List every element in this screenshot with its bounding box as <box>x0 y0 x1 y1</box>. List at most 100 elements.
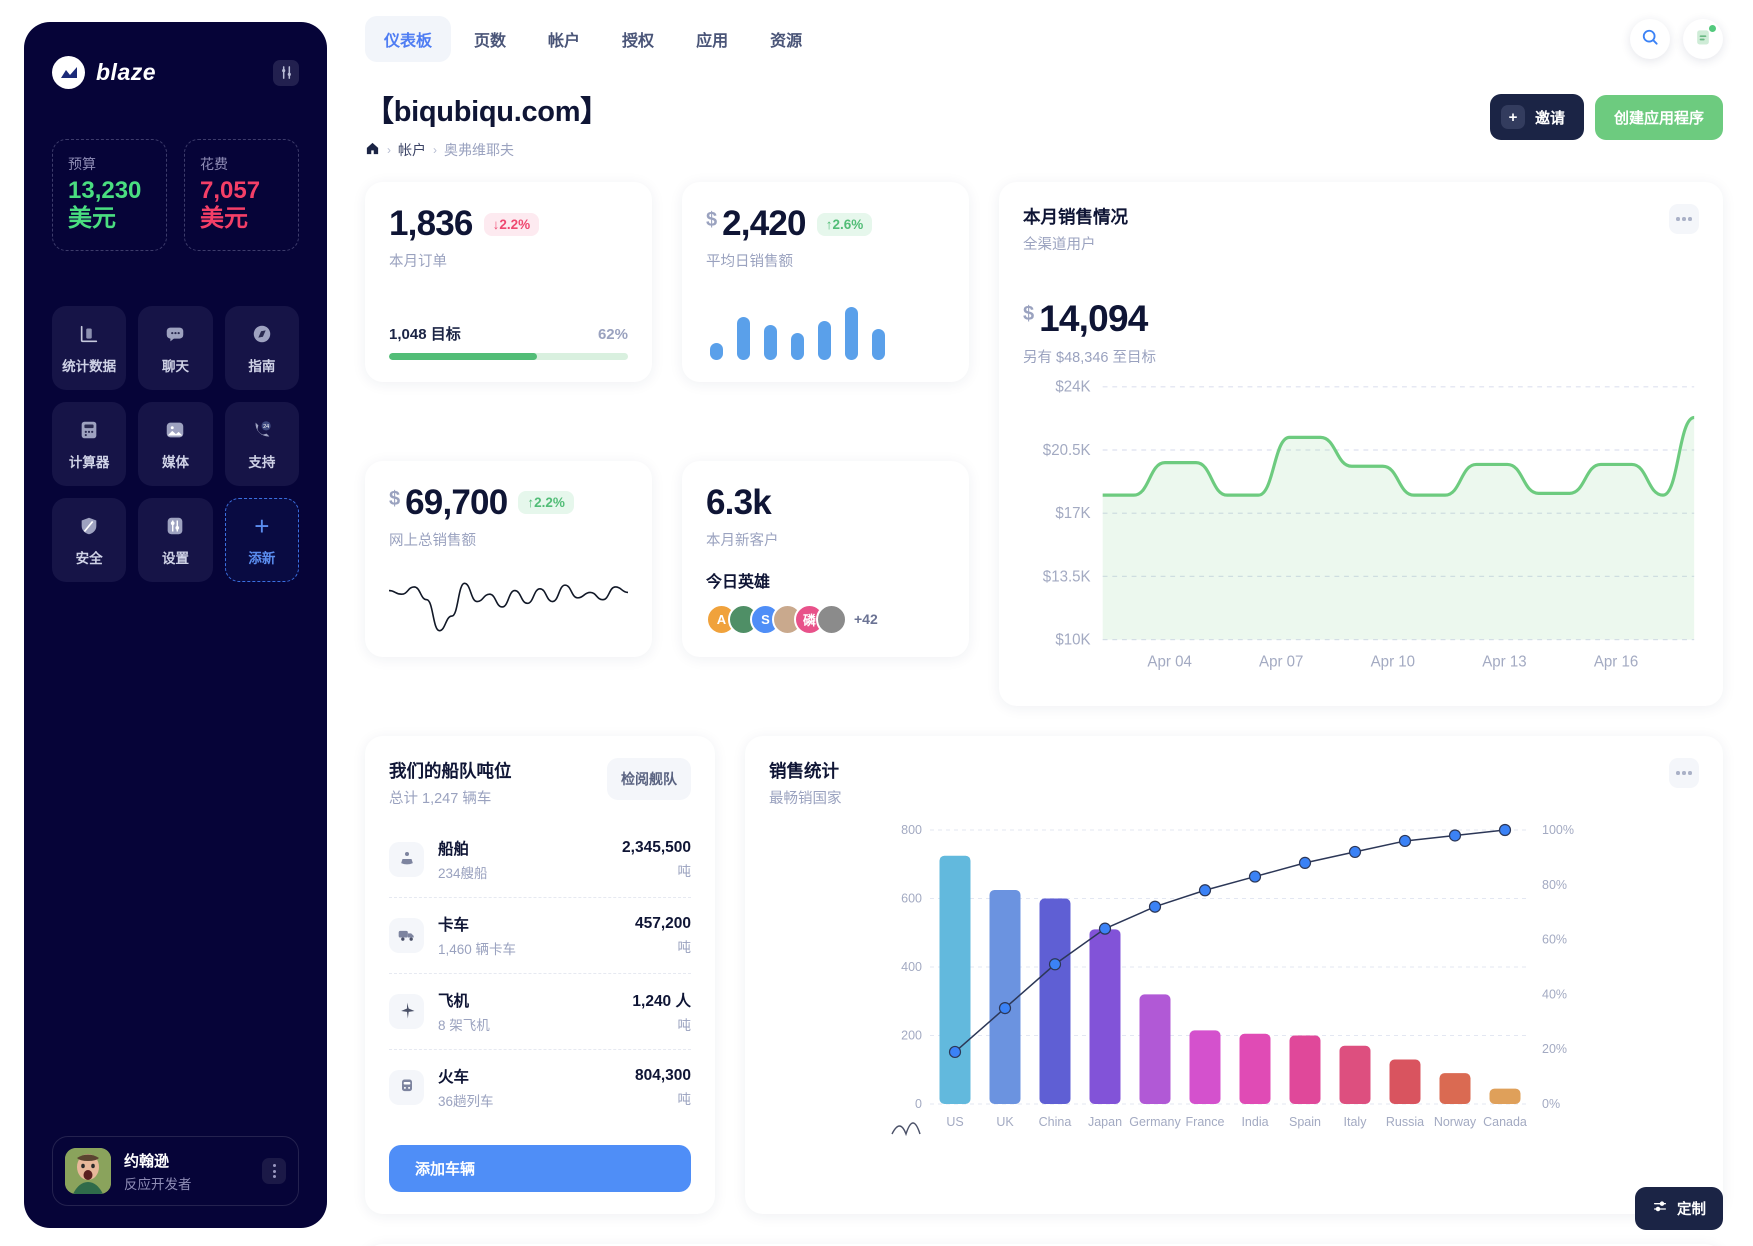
blaze-logo-icon <box>52 56 85 89</box>
sidebar-item-media[interactable]: 媒体 <box>138 401 213 486</box>
breadcrumb-separator: › <box>433 143 437 157</box>
avatar <box>65 1148 111 1194</box>
review-fleet-button[interactable]: 检阅舰队 <box>607 757 691 800</box>
sidebar-item-security[interactable]: 安全 <box>52 497 127 582</box>
tab-applications[interactable]: 应用 <box>677 16 747 62</box>
orders-value-row: 1,836 ↓2.2% <box>389 204 628 244</box>
minibar <box>818 321 831 360</box>
tab-pages[interactable]: 页数 <box>455 16 525 62</box>
tab-accounts[interactable]: 帐户 <box>529 16 599 62</box>
heroes-avatars[interactable]: A S 磷 +42 <box>706 603 945 635</box>
add-vehicle-button[interactable]: 添加车辆 <box>389 1144 691 1192</box>
sidebar-settings-icon[interactable] <box>273 59 299 86</box>
breadcrumb-item-accounts[interactable]: 帐户 <box>398 140 426 160</box>
pareto-chart: 0 200 400 600 800 0% 20% 40% 60% 80% 100% US UK China… <box>769 816 1699 1151</box>
profile-name: 约翰逊 <box>124 1152 170 1170</box>
user-profile-card[interactable]: 约翰逊 反应开发者 <box>52 1136 299 1206</box>
search-icon <box>1640 27 1660 52</box>
sidebar-item-calculator[interactable]: 计算器 <box>52 401 127 486</box>
sales-overview-header: 本月销售情况 全渠道用户 <box>1023 204 1699 254</box>
train-icon <box>389 1069 424 1105</box>
plus-icon: + <box>254 510 270 541</box>
page-actions: + 邀请 创建应用程序 <box>1489 88 1723 140</box>
more-vertical-icon[interactable] <box>262 1158 286 1184</box>
sidebar-item-support[interactable]: 24 支持 <box>224 401 299 486</box>
fleet-row-unit: 吨 <box>677 1091 692 1107</box>
truck-icon <box>389 917 424 953</box>
sliders-icon <box>162 513 188 539</box>
fleet-row[interactable]: 卡车 1,460 辆卡车 457,200 吨 <box>389 896 691 973</box>
svg-text:Spain: Spain <box>1289 1115 1321 1129</box>
sales-overview-note: 另有 $48,346 至目标 <box>1023 350 1156 366</box>
goal-progress-fill <box>389 353 538 360</box>
goal-progress-bar <box>389 353 628 360</box>
fleet-row[interactable]: 火车 36趟列车 804,300 吨 <box>389 1048 692 1125</box>
notification-dot <box>1709 25 1716 32</box>
sidebar-item-guide[interactable]: 指南 <box>224 305 299 390</box>
avatar[interactable] <box>816 603 847 635</box>
sidebar-item-label: 聊天 <box>161 358 189 374</box>
total-sales-value-row: $ 69,700 ↑2.2% <box>389 483 628 523</box>
brand[interactable]: blaze <box>52 56 156 89</box>
customize-button[interactable]: 定制 <box>1635 1187 1723 1230</box>
tab-authorization[interactable]: 授权 <box>603 16 673 62</box>
calculator-icon <box>76 417 102 443</box>
sidebar-item-settings[interactable]: 设置 <box>138 497 213 582</box>
home-icon[interactable] <box>365 141 380 159</box>
svg-text:Norway: Norway <box>1434 1115 1477 1129</box>
currency-symbol: $ <box>1023 303 1035 325</box>
sales-overview-value-row: $ 14,094 <box>1023 298 1699 340</box>
budget-box: 预算 13,230 美元 <box>52 139 167 251</box>
svg-text:Germany: Germany <box>1129 1115 1181 1129</box>
avg-value-row: $ 2,420 ↑2.6% <box>706 204 945 244</box>
more-horizontal-icon[interactable] <box>1669 757 1699 788</box>
notes-button[interactable] <box>1683 19 1723 59</box>
page-title: 【biqubiqu.com】 <box>365 96 609 128</box>
budget-label: 预算 <box>68 156 96 172</box>
avg-delta-badge: ↑2.6% <box>816 212 873 236</box>
fleet-row-meta: 8 架飞机 <box>438 1017 490 1033</box>
avg-daily-sales-card: $ 2,420 ↑2.6% 平均日销售额 <box>682 182 969 382</box>
more-horizontal-icon[interactable] <box>1669 204 1699 234</box>
svg-text:China: China <box>1039 1115 1072 1129</box>
minibar <box>845 306 858 360</box>
create-app-button[interactable]: 创建应用程序 <box>1594 94 1723 140</box>
new-customers-value: 6.3k <box>706 482 772 522</box>
chat-bubble-icon <box>162 321 188 347</box>
compass-icon <box>249 321 275 347</box>
svg-text:Apr 10: Apr 10 <box>1371 653 1415 670</box>
sidebar-item-chat[interactable]: 聊天 <box>138 305 213 390</box>
orders-value: 1,836 <box>389 204 473 243</box>
svg-text:600: 600 <box>901 891 922 905</box>
budget-value: 13,230 美元 <box>68 177 142 233</box>
new-customers-card: 6.3k 本月新客户 今日英雄 A S 磷 +42 <box>682 460 969 657</box>
goal-percent: 62% <box>597 326 628 343</box>
search-button[interactable] <box>1630 19 1670 59</box>
tab-resources[interactable]: 资源 <box>751 16 821 62</box>
fleet-row[interactable]: 飞机 8 架飞机 1,240 人吨 <box>389 972 691 1049</box>
svg-text:Apr 16: Apr 16 <box>1594 653 1638 670</box>
fleet-row[interactable]: 船舶 234艘船 2,345,500 吨 <box>389 822 691 897</box>
invite-button[interactable]: + 邀请 <box>1489 94 1584 140</box>
svg-text:200: 200 <box>901 1028 922 1042</box>
sidebar-item-label: 计算器 <box>68 454 110 470</box>
sliders-icon <box>1652 1199 1668 1219</box>
fleet-row-name: 飞机 <box>438 992 470 1010</box>
currency-symbol: $ <box>706 209 718 231</box>
minibar <box>710 342 723 360</box>
avg-daily-minibars-chart <box>706 302 945 360</box>
sidebar-item-stats[interactable]: 统计数据 <box>52 305 127 390</box>
spend-label: 花费 <box>200 156 228 172</box>
sidebar: blaze 预算 13,230 美元 花费 7,057 美元 统计数据 聊天 指… <box>0 0 345 1246</box>
fleet-tonnage-card: 我们的船队吨位 总计 1,247 辆车 检阅舰队 船舶 234艘船 2,345,50… <box>365 735 715 1214</box>
sidebar-item-add[interactable]: + 添新 <box>224 497 299 582</box>
sales-statistics-header: 销售统计 最畅销国家 <box>769 757 1699 808</box>
fleet-row-name: 卡车 <box>438 916 470 934</box>
tab-dashboard[interactable]: 仪表板 <box>365 16 452 62</box>
svg-text:France: France <box>1186 1115 1225 1129</box>
budget-summary: 预算 13,230 美元 花费 7,057 美元 <box>52 139 299 251</box>
profile-role: 反应开发者 <box>124 1176 192 1192</box>
svg-text:24: 24 <box>263 424 269 430</box>
svg-text:Apr 07: Apr 07 <box>1259 653 1303 670</box>
svg-text:$13.5K: $13.5K <box>1043 568 1091 585</box>
